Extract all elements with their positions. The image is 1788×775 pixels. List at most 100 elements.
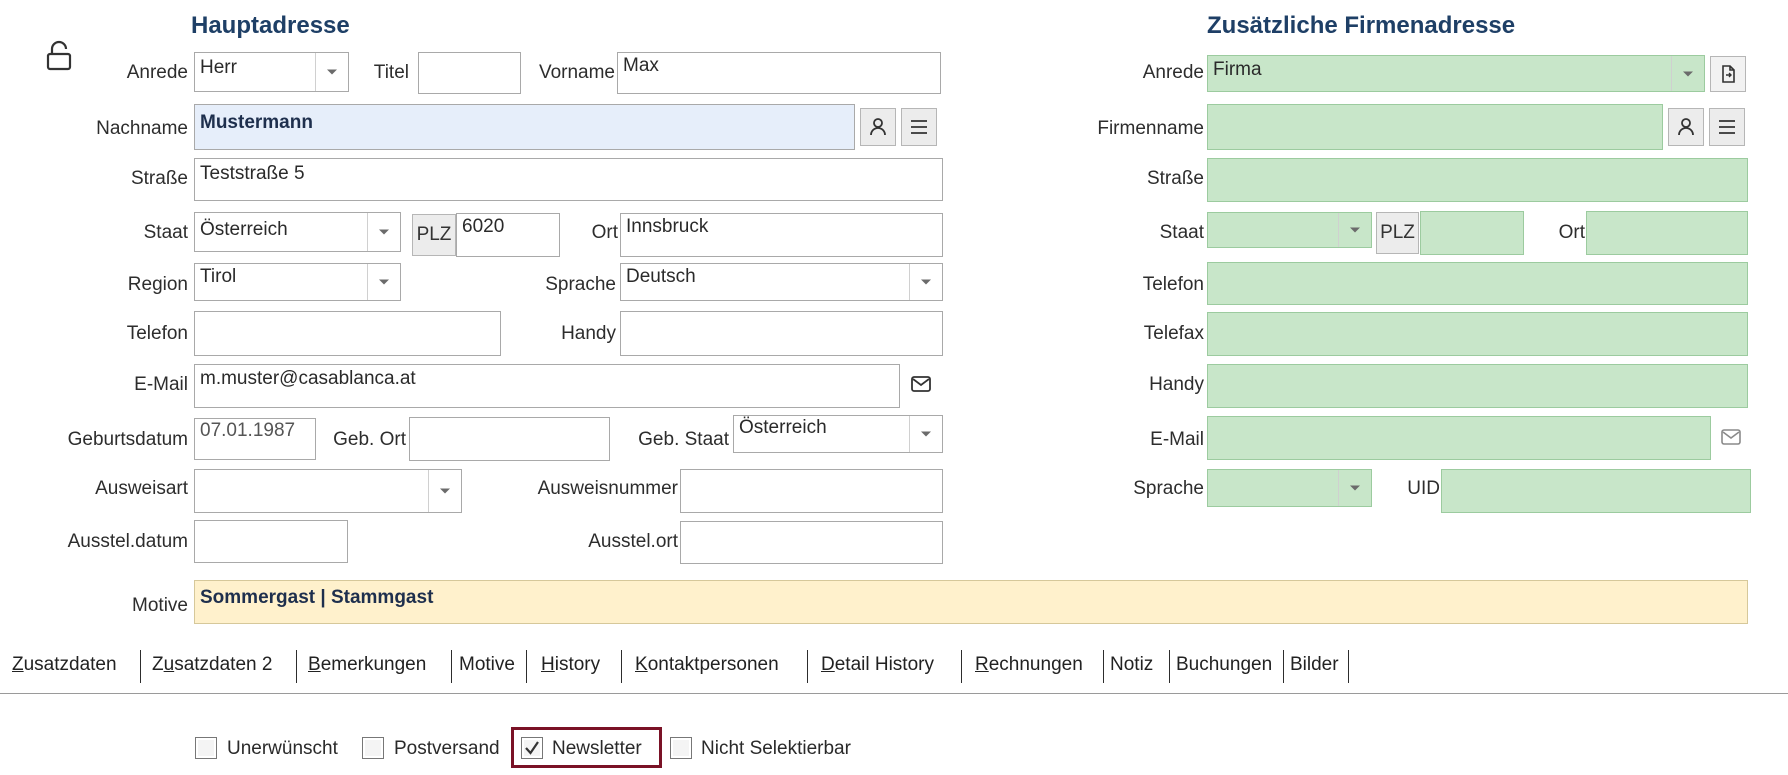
email-label: E-Mail (134, 374, 188, 395)
tab-bemerkungen[interactable]: Bemerkungen (308, 645, 426, 685)
unlock-icon[interactable] (44, 40, 74, 72)
tab-zusatzdaten[interactable]: Zusatzdaten (12, 645, 117, 685)
chevron-down-icon (1350, 227, 1360, 233)
checkbox-postversand-label: Postversand (394, 738, 500, 759)
chevron-down-icon (1350, 485, 1360, 491)
tab-notiz[interactable]: Notiz (1110, 645, 1153, 685)
company-person-lookup-button[interactable] (1668, 108, 1704, 146)
company-email-input[interactable] (1207, 416, 1711, 460)
geb-staat-select[interactable]: Österreich (733, 415, 943, 453)
chevron-down-icon (379, 279, 389, 285)
ausweisnummer-input[interactable] (680, 469, 943, 513)
tab-zusatzdaten-2[interactable]: Zusatzdaten 2 (152, 645, 272, 685)
company-uid-label: UID (1407, 478, 1440, 499)
company-ort-input[interactable] (1586, 211, 1748, 255)
tab-buchungen[interactable]: Buchungen (1176, 645, 1272, 685)
company-email-label: E-Mail (1150, 429, 1204, 450)
strasse-input[interactable]: Teststraße 5 (194, 158, 943, 201)
vorname-input[interactable]: Max (617, 52, 941, 94)
plz-button[interactable]: PLZ (412, 214, 456, 256)
company-menu-button[interactable] (1709, 108, 1745, 146)
company-telefon-input[interactable] (1207, 262, 1748, 305)
company-anrede-select[interactable]: Firma (1207, 55, 1705, 92)
chevron-down-icon (921, 431, 931, 437)
company-anrede-label: Anrede (1142, 62, 1204, 83)
chevron-down-icon (1683, 71, 1693, 76)
company-staat-label: Staat (1159, 222, 1204, 243)
nachname-input[interactable]: Mustermann (194, 104, 855, 150)
company-plz-input[interactable] (1420, 211, 1524, 255)
sprache-label: Sprache (545, 274, 616, 295)
checkbox-nicht-selektierbar[interactable] (670, 737, 692, 759)
geburtsdatum-input[interactable]: 07.01.1987 (194, 418, 316, 460)
anrede-label: Anrede (126, 62, 188, 83)
company-sprache-label: Sprache (1133, 478, 1204, 499)
geb-staat-label: Geb. Staat (638, 429, 729, 450)
motive-label: Motive (132, 595, 188, 616)
titel-input[interactable] (418, 52, 521, 94)
ausstel-ort-label: Ausstel.ort (588, 531, 678, 552)
telefon-input[interactable] (194, 311, 501, 356)
ort-input[interactable]: Innsbruck (620, 213, 943, 257)
company-anrede-value: Firma (1213, 59, 1262, 80)
tab-rechnungen[interactable]: Rechnungen (975, 645, 1083, 685)
checkbox-newsletter-label: Newsletter (552, 738, 642, 759)
company-strasse-label: Straße (1146, 168, 1204, 189)
company-firmenname-label: Firmenname (1097, 118, 1204, 139)
tab-divider (0, 693, 1788, 694)
staat-select[interactable]: Österreich (194, 212, 401, 252)
copy-address-icon (1719, 64, 1737, 84)
nachname-label: Nachname (96, 118, 188, 139)
company-plz-button[interactable]: PLZ (1376, 212, 1419, 254)
strasse-label: Straße (130, 168, 188, 189)
tab-motive[interactable]: Motive (459, 645, 515, 685)
company-telefax-label: Telefax (1143, 323, 1204, 344)
ausweisart-label: Ausweisart (95, 478, 188, 499)
sprache-select[interactable]: Deutsch (620, 263, 943, 301)
chevron-down-icon (921, 279, 931, 285)
company-handy-label: Handy (1149, 374, 1204, 395)
ausstel-datum-input[interactable] (194, 520, 348, 563)
staat-label: Staat (143, 222, 188, 243)
region-label: Region (127, 274, 188, 295)
envelope-icon[interactable] (911, 376, 931, 392)
chevron-down-icon (440, 488, 450, 494)
company-telefax-input[interactable] (1207, 312, 1748, 356)
tab-detail-history[interactable]: Detail History (821, 645, 934, 685)
copy-address-button[interactable] (1710, 56, 1746, 92)
ausweisnummer-label: Ausweisnummer (537, 478, 678, 499)
person-lookup-button[interactable] (860, 108, 896, 146)
tab-history[interactable]: History (541, 645, 600, 685)
ausstel-ort-input[interactable] (680, 521, 943, 564)
company-handy-input[interactable] (1207, 364, 1748, 408)
checkbox-postversand[interactable] (362, 737, 384, 759)
tab-kontaktpersonen[interactable]: Kontaktpersonen (635, 645, 779, 685)
company-staat-select[interactable] (1207, 212, 1372, 248)
nachname-menu-button[interactable] (901, 108, 937, 146)
ort-label: Ort (591, 222, 618, 243)
ausweisart-select[interactable] (194, 469, 462, 513)
telefon-label: Telefon (126, 323, 188, 344)
plz-input[interactable]: 6020 (456, 213, 560, 257)
company-sprache-select[interactable] (1207, 469, 1372, 507)
checkbox-newsletter[interactable] (521, 737, 543, 759)
menu-icon (910, 119, 928, 135)
motive-input[interactable]: Sommergast | Stammgast (194, 580, 1748, 624)
handy-input[interactable] (620, 311, 943, 356)
anrede-select[interactable]: Herr (194, 52, 349, 92)
company-strasse-input[interactable] (1207, 158, 1748, 202)
email-input[interactable]: m.muster@casablanca.at (194, 364, 900, 408)
checkbox-nicht-selektierbar-label: Nicht Selektierbar (701, 738, 851, 759)
region-value: Tirol (200, 266, 237, 287)
company-uid-input[interactable] (1441, 469, 1751, 513)
region-select[interactable]: Tirol (194, 263, 401, 301)
ausstel-datum-label: Ausstel.datum (67, 531, 188, 552)
company-telefon-label: Telefon (1142, 274, 1204, 295)
tab-bilder[interactable]: Bilder (1290, 645, 1339, 685)
main-address-heading: Hauptadresse (191, 12, 350, 39)
company-firmenname-input[interactable] (1207, 104, 1663, 150)
geb-ort-input[interactable] (409, 417, 610, 461)
envelope-icon[interactable] (1721, 429, 1741, 445)
person-icon (1677, 117, 1695, 137)
checkbox-unerwuenscht[interactable] (195, 737, 217, 759)
